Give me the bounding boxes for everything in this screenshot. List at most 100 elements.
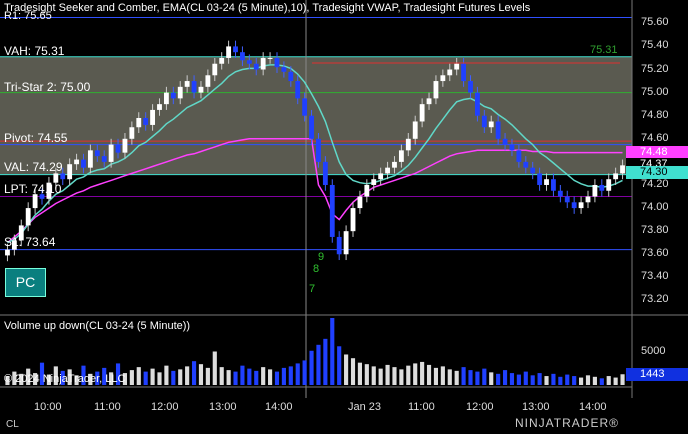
time-tick: 12:00	[466, 401, 494, 413]
target-label: 75.31	[590, 44, 618, 56]
candle-body	[87, 150, 93, 168]
volume-bar	[364, 364, 369, 385]
volume-bar	[433, 367, 439, 385]
candle-body	[143, 118, 149, 125]
candle-body	[516, 150, 522, 162]
volume-bar	[143, 371, 148, 385]
candle-body	[440, 75, 446, 82]
candle-body	[578, 202, 584, 209]
volume-bar	[551, 373, 556, 385]
candle-body	[5, 249, 10, 256]
candle-body	[302, 98, 308, 116]
candle-body	[336, 236, 342, 255]
volume-bar	[440, 366, 445, 385]
candle-body	[495, 121, 501, 139]
volume-bar	[344, 354, 349, 385]
candle-body	[419, 104, 425, 122]
pivot-label: Pivot: 74.55	[4, 131, 68, 145]
candle-body	[461, 63, 467, 82]
candle-body	[212, 63, 218, 76]
candle-body	[606, 179, 612, 191]
candle-body	[260, 57, 266, 70]
candle-body	[267, 57, 273, 59]
candle-body	[530, 167, 536, 174]
candle-body	[405, 138, 411, 151]
candle-body	[288, 71, 294, 82]
candle-body	[205, 75, 211, 87]
value-area-rect	[0, 56, 632, 175]
volume-bar	[447, 369, 452, 385]
price-tick: 73.60	[641, 247, 669, 260]
time-tick: 11:00	[94, 401, 121, 413]
candle-body	[309, 115, 314, 139]
volume-tick: 5000	[641, 345, 666, 357]
volume-bar	[281, 367, 286, 385]
candle-body	[398, 150, 404, 162]
candle-body	[537, 173, 543, 185]
volume-bar	[461, 367, 466, 385]
candle-body	[108, 144, 114, 162]
candle-body	[585, 196, 591, 203]
volume-bar	[136, 367, 141, 385]
volume-last-tag: 1443	[626, 368, 688, 381]
candle-body	[350, 208, 356, 232]
candle-body	[115, 144, 121, 153]
volume-bar	[385, 364, 390, 385]
volume-bar	[219, 367, 224, 385]
candle-body	[240, 52, 245, 61]
candle-body	[274, 57, 280, 68]
volume-bar	[620, 374, 625, 385]
candle-body	[557, 190, 563, 197]
volume-bar	[523, 371, 528, 385]
volume-bar	[406, 365, 411, 385]
volume-bar	[413, 363, 418, 385]
candle-body	[523, 161, 529, 168]
volume-bar	[537, 373, 542, 385]
price-tick: 73.40	[641, 270, 669, 283]
volume-bar	[205, 367, 210, 385]
candle-body	[157, 104, 162, 110]
copyright: © 2024 NinjaTrader, LLC	[4, 373, 126, 385]
seq-label-7: 7	[309, 283, 316, 295]
candle-body	[488, 121, 494, 128]
volume-bar	[565, 374, 570, 385]
seq-label-8: 8	[313, 263, 320, 275]
volume-bar	[247, 368, 252, 385]
candle-body	[219, 57, 225, 64]
candle-body	[454, 63, 460, 70]
candle-body	[67, 164, 73, 180]
volume-bar	[502, 370, 508, 385]
s1-label: S1: 73.64	[4, 235, 56, 249]
volume-bar	[233, 371, 238, 385]
candle-body	[426, 98, 432, 105]
volume-bar	[530, 375, 535, 385]
value-area-band	[0, 56, 632, 175]
volume-bar	[558, 376, 563, 385]
price-chart[interactable]	[0, 0, 688, 434]
price-tick: 74.20	[641, 177, 669, 190]
volume-bar	[185, 366, 190, 385]
pc-indicator-button[interactable]: PC	[5, 268, 46, 297]
volume-bar	[475, 371, 480, 385]
volume-bar	[378, 368, 383, 385]
candle-body	[281, 67, 287, 72]
candle-body	[447, 69, 453, 76]
volume-bar	[309, 350, 314, 385]
price-tick: 73.20	[641, 293, 669, 306]
volume-bar	[302, 360, 307, 385]
volume-bar	[198, 364, 204, 385]
volume-panel-title: Volume up down(CL 03-24 (5 Minute))	[4, 320, 191, 332]
candle-body	[191, 81, 197, 93]
volume-bar	[129, 370, 134, 385]
candle-body	[295, 81, 301, 99]
candle-body	[468, 81, 473, 93]
volume-bar	[613, 377, 618, 385]
volume-bar	[516, 374, 521, 385]
candle-body	[233, 46, 238, 53]
volume-bar	[226, 370, 231, 385]
volume-bar	[426, 364, 432, 385]
candle-body	[322, 161, 328, 185]
candle-body	[163, 92, 169, 105]
candle-body	[32, 194, 38, 209]
time-tick: 14:00	[579, 401, 607, 413]
